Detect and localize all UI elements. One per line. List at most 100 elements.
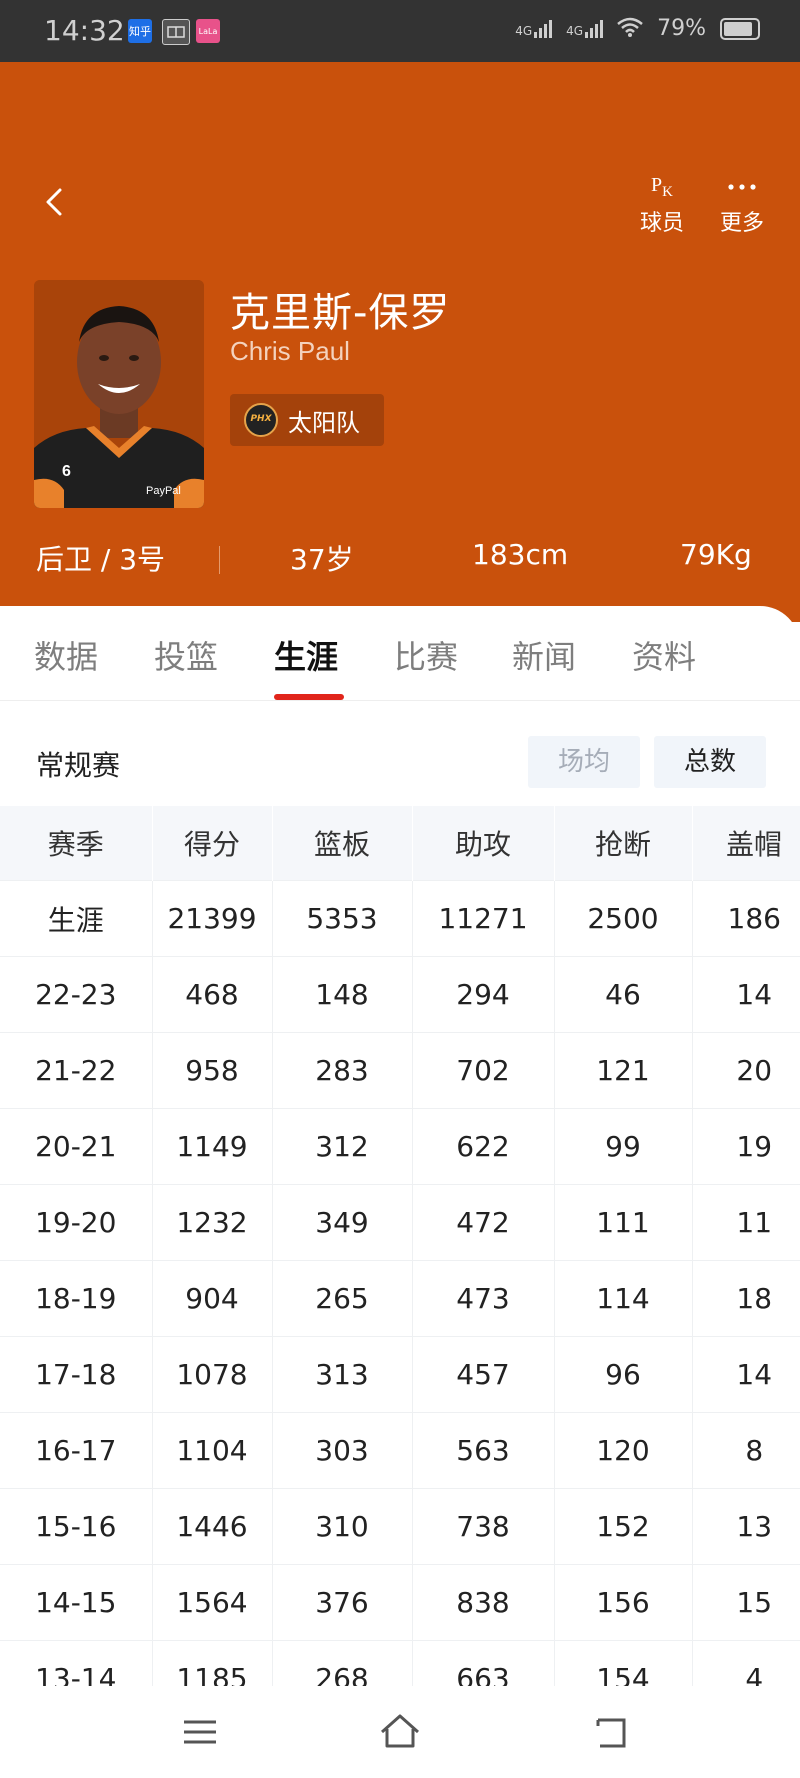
cell-assists: 738 <box>412 1488 555 1565</box>
tab-bar: 数据 投篮 生涯 比赛 新闻 资料 <box>0 606 800 701</box>
tab-profile[interactable]: 资料 <box>632 632 696 678</box>
tab-shooting[interactable]: 投篮 <box>154 632 218 678</box>
cell-steals: 2500 <box>554 880 693 957</box>
battery-icon <box>720 17 760 40</box>
cell-points: 1104 <box>152 1412 273 1489</box>
cell-rebounds: 148 <box>272 956 413 1033</box>
wifi-icon <box>617 17 643 41</box>
cell-season: 17-18 <box>0 1336 153 1413</box>
cell-steals: 152 <box>554 1488 693 1565</box>
cell-points: 1078 <box>152 1336 273 1413</box>
table-row: 21-22 958 283 702 121 20 <box>0 1032 800 1109</box>
section-title: 常规赛 <box>36 749 121 782</box>
team-chip[interactable]: PHX 太阳队 <box>230 394 384 446</box>
table-row: 20-21 1149 312 622 99 19 <box>0 1108 800 1185</box>
more-label: 更多 <box>719 211 764 236</box>
system-nav-bar <box>0 1686 800 1778</box>
cell-assists: 11271 <box>412 880 555 957</box>
cell-assists: 702 <box>412 1032 555 1109</box>
cell-points: 1232 <box>152 1184 273 1261</box>
career-stats-table: 赛季 得分 篮板 助攻 抢断 盖帽 生涯 21399 5353 11271 2500 18… <box>0 806 800 1716</box>
cell-blocks: 19 <box>692 1108 800 1185</box>
cell-rebounds: 283 <box>272 1032 413 1109</box>
cell-points: 1149 <box>152 1108 273 1185</box>
cell-points: 904 <box>152 1260 273 1337</box>
cell-steals: 156 <box>554 1564 693 1641</box>
back-icon[interactable] <box>590 1710 634 1754</box>
more-button[interactable]: 更多 <box>707 167 777 237</box>
cell-blocks: 11 <box>692 1184 800 1261</box>
status-time: 14:32 <box>44 14 125 47</box>
cell-season: 20-21 <box>0 1108 153 1185</box>
zhihu-app-icon: 知乎 <box>128 19 152 43</box>
career-panel: 数据 投篮 生涯 比赛 新闻 资料 常规赛 场均 总数 赛季 得分 篮板 助攻 … <box>0 606 800 1778</box>
cell-rebounds: 349 <box>272 1184 413 1261</box>
player-header: PK 球员 更多 6 PayPal 克里斯-保罗 Chris Paul PHX … <box>0 62 800 622</box>
cell-assists: 472 <box>412 1184 555 1261</box>
lala-app-icon: LaLa <box>196 19 220 43</box>
cell-assists: 563 <box>412 1412 555 1489</box>
player-height: 183cm <box>472 538 569 571</box>
cell-rebounds: 5353 <box>272 880 413 957</box>
cell-rebounds: 376 <box>272 1564 413 1641</box>
cell-assists: 294 <box>412 956 555 1033</box>
tab-data[interactable]: 数据 <box>34 632 98 678</box>
svg-text:PayPal: PayPal <box>146 485 181 497</box>
table-row: 19-20 1232 349 472 111 11 <box>0 1184 800 1261</box>
pk-player-button[interactable]: PK 球员 <box>627 167 697 237</box>
cell-points: 21399 <box>152 880 273 957</box>
active-tab-indicator <box>274 694 344 700</box>
col-header-season[interactable]: 赛季 <box>0 806 153 881</box>
cell-steals: 121 <box>554 1032 693 1109</box>
cell-points: 1446 <box>152 1488 273 1565</box>
cell-steals: 111 <box>554 1184 693 1261</box>
table-row: 16-17 1104 303 563 120 8 <box>0 1412 800 1489</box>
col-header-points[interactable]: 得分 <box>152 806 273 881</box>
col-header-rebounds[interactable]: 篮板 <box>272 806 413 881</box>
cell-rebounds: 313 <box>272 1336 413 1413</box>
cell-steals: 114 <box>554 1260 693 1337</box>
player-name-en: Chris Paul <box>230 336 350 366</box>
tab-news[interactable]: 新闻 <box>512 632 576 678</box>
tab-career[interactable]: 生涯 <box>274 632 338 678</box>
table-row: 生涯 21399 5353 11271 2500 186 <box>0 880 800 957</box>
col-header-blocks[interactable]: 盖帽 <box>692 806 800 881</box>
player-name-cn: 克里斯-保罗 <box>230 290 451 336</box>
signal-icon: 4G <box>515 19 553 38</box>
cell-blocks: 186 <box>692 880 800 957</box>
status-indicators: 4G 4G 79% <box>515 16 760 41</box>
more-icon <box>707 167 777 203</box>
player-position: 后卫 / 3号 <box>36 543 166 576</box>
cell-season: 22-23 <box>0 956 153 1033</box>
cell-season: 18-19 <box>0 1260 153 1337</box>
col-header-assists[interactable]: 助攻 <box>412 806 555 881</box>
cell-season: 16-17 <box>0 1412 153 1489</box>
totals-toggle[interactable]: 总数 <box>654 736 766 788</box>
battery-percent: 79% <box>657 16 706 41</box>
cell-blocks: 8 <box>692 1412 800 1489</box>
menu-icon[interactable] <box>178 1710 222 1754</box>
pk-icon: PK <box>651 174 673 200</box>
per-game-toggle[interactable]: 场均 <box>528 736 640 788</box>
player-age: 37岁 <box>290 543 354 576</box>
cell-steals: 120 <box>554 1412 693 1489</box>
cell-steals: 99 <box>554 1108 693 1185</box>
cell-blocks: 14 <box>692 1336 800 1413</box>
divider <box>219 546 220 574</box>
cell-points: 958 <box>152 1032 273 1109</box>
cell-blocks: 14 <box>692 956 800 1033</box>
table-row: 17-18 1078 313 457 96 14 <box>0 1336 800 1413</box>
status-bar: 14:32 知乎 LaLa 4G 4G 79% <box>0 0 800 62</box>
cell-points: 468 <box>152 956 273 1033</box>
cell-assists: 838 <box>412 1564 555 1641</box>
cell-blocks: 13 <box>692 1488 800 1565</box>
cell-blocks: 20 <box>692 1032 800 1109</box>
table-row: 14-15 1564 376 838 156 15 <box>0 1564 800 1641</box>
svg-text:6: 6 <box>62 463 71 480</box>
cell-season: 14-15 <box>0 1564 153 1641</box>
col-header-steals[interactable]: 抢断 <box>554 806 693 881</box>
home-icon[interactable] <box>378 1710 422 1754</box>
table-row: 22-23 468 148 294 46 14 <box>0 956 800 1033</box>
back-button[interactable] <box>36 182 76 222</box>
tab-games[interactable]: 比赛 <box>394 632 458 678</box>
